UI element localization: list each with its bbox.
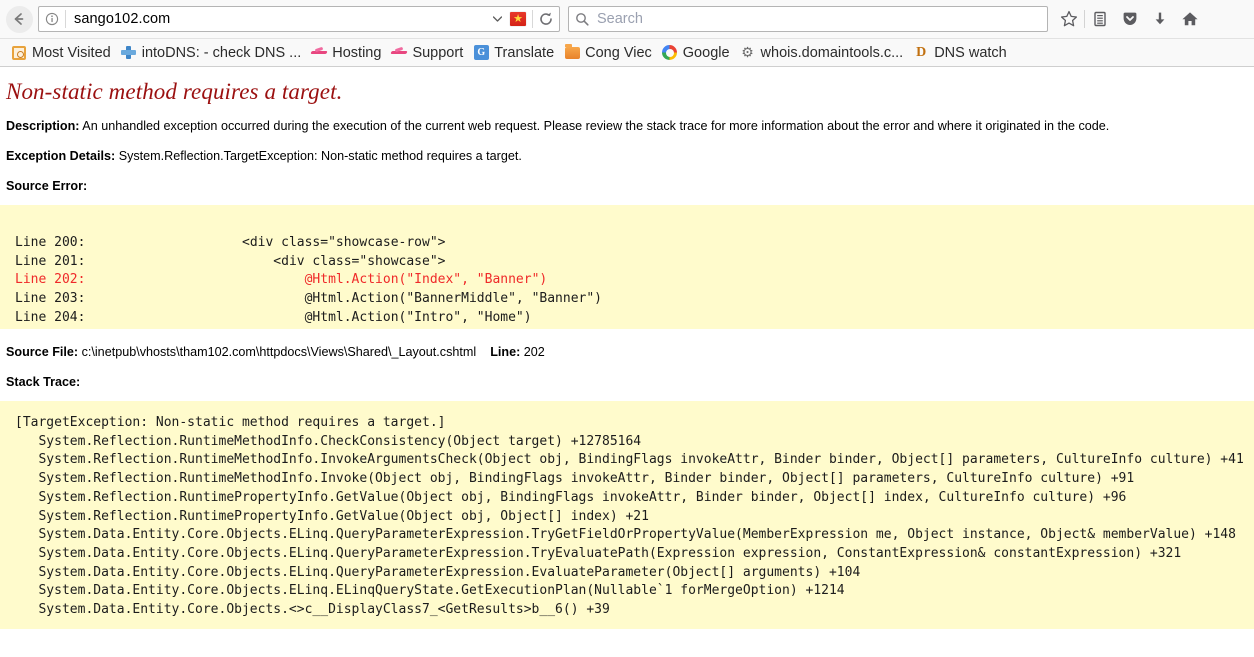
source-code-line: Line 200: <div class="showcase-row">: [15, 234, 1253, 253]
bookmark-label: Support: [412, 44, 464, 61]
error-page: Non-static method requires a target. Des…: [0, 67, 1254, 655]
source-line-code: @Html.Action("BannerMiddle", "Banner"): [85, 291, 603, 307]
dns-watch-icon: D: [916, 45, 927, 60]
stack-trace-heading: Stack Trace:: [6, 375, 81, 389]
url-history-dropdown[interactable]: [488, 16, 506, 22]
bookmarks-toolbar: Most Visited intoDNS: - check DNS ... Ho…: [0, 38, 1254, 66]
navigation-toolbar: sango102.com ★ Search: [0, 0, 1254, 38]
source-code-line: Line 203: @Html.Action("BannerMiddle", "…: [15, 290, 1253, 309]
stack-trace-line: System.Data.Entity.Core.Objects.ELinq.EL…: [15, 583, 845, 599]
browser-action-icons: [1054, 4, 1205, 34]
info-circle-icon: [45, 12, 59, 26]
stack-trace-block: [TargetException: Non-static method requ…: [0, 401, 1254, 629]
source-code-line: Line 202: @Html.Action("Index", "Banner"…: [15, 271, 1253, 290]
source-line-code: <div class="showcase">: [85, 253, 446, 269]
stack-trace-line: System.Data.Entity.Core.Objects.ELinq.Qu…: [15, 545, 1182, 561]
library-icon[interactable]: [1085, 4, 1115, 34]
back-arrow-icon: [14, 13, 24, 25]
source-code-line: Line 201: <div class="showcase">: [15, 253, 1253, 272]
source-line-code: @Html.Action("Intro", "Home"): [85, 309, 532, 325]
downloads-icon[interactable]: [1145, 4, 1175, 34]
bookmark-google[interactable]: Google: [657, 42, 735, 64]
exception-details-label: Exception Details:: [6, 149, 116, 163]
exception-details-text: System.Reflection.TargetException: Non-s…: [118, 149, 522, 163]
source-line-number: Line 201:: [15, 253, 86, 269]
page-title: Non-static method requires a target.: [6, 79, 343, 104]
chevron-down-icon: [492, 16, 502, 22]
address-bar[interactable]: sango102.com ★: [38, 6, 560, 32]
description-text: An unhandled exception occurred during t…: [82, 119, 1110, 133]
gear-icon: ⚙: [741, 44, 754, 60]
bookmark-label: intoDNS: - check DNS ...: [141, 44, 302, 61]
stack-trace-line: System.Reflection.RuntimePropertyInfo.Ge…: [15, 489, 1127, 505]
vietnam-flag-icon[interactable]: ★: [510, 12, 526, 26]
source-error-heading: Source Error:: [6, 179, 88, 193]
stack-trace-line: System.Reflection.RuntimeMethodInfo.Invo…: [15, 471, 1135, 487]
bookmark-label: whois.domaintools.c...: [760, 44, 904, 61]
source-line-number: Line 202:: [15, 272, 86, 288]
browser-chrome: sango102.com ★ Search Most Visited intoD…: [0, 0, 1254, 67]
bookmark-star-icon[interactable]: [1054, 4, 1084, 34]
search-bar[interactable]: Search: [568, 6, 1048, 32]
source-file-value: c:\inetpub\vhosts\tham102.com\httpdocs\V…: [81, 345, 477, 359]
back-button[interactable]: [4, 4, 34, 34]
toolbar-divider: [532, 10, 533, 28]
stack-trace-line: System.Reflection.RuntimeMethodInfo.Chec…: [15, 433, 642, 449]
flag-star-glyph: ★: [513, 12, 523, 25]
most-visited-icon: [11, 45, 27, 61]
description-label: Description:: [6, 119, 80, 133]
back-button-circle: [5, 5, 33, 33]
google-icon: [662, 45, 678, 61]
bookmark-hosting[interactable]: Hosting: [306, 42, 386, 64]
exception-details-line: Exception Details: System.Reflection.Tar…: [6, 149, 1254, 163]
stack-trace-line: System.Data.Entity.Core.Objects.<>c__Dis…: [15, 602, 610, 618]
bookmark-support[interactable]: Support: [386, 42, 468, 64]
bookmark-cong-viec[interactable]: Cong Viec: [559, 42, 657, 64]
source-line-number: Line 204:: [15, 309, 86, 325]
url-text[interactable]: sango102.com: [66, 11, 488, 27]
stack-trace-line: System.Data.Entity.Core.Objects.ELinq.Qu…: [15, 564, 861, 580]
bookmark-most-visited[interactable]: Most Visited: [6, 42, 116, 64]
intodns-icon: [121, 45, 137, 61]
source-code-line: Line 204: @Html.Action("Intro", "Home"): [15, 309, 1253, 328]
site-identity-box[interactable]: [41, 10, 66, 28]
support-plane-icon: [391, 45, 407, 61]
search-input[interactable]: Search: [589, 11, 643, 27]
source-file-label: Source File:: [6, 345, 79, 359]
source-file-line: Source File: c:\inetpub\vhosts\tham102.c…: [6, 345, 1254, 359]
bookmark-label: Cong Viec: [585, 44, 652, 61]
source-error-block: Line 200: <div class="showcase-row"> Line…: [0, 205, 1254, 329]
folder-icon: [564, 43, 580, 61]
source-line-code: @Html.Action("Index", "Banner"): [85, 272, 548, 288]
stack-trace-line: System.Reflection.RuntimeMethodInfo.Invo…: [15, 452, 1244, 468]
stack-trace-line: [TargetException: Non-static method requ…: [15, 415, 446, 430]
pocket-icon[interactable]: [1115, 4, 1145, 34]
reload-icon: [540, 12, 552, 25]
bookmark-label: Google: [682, 44, 730, 61]
search-icon: [576, 13, 589, 26]
bookmark-label: DNS watch: [934, 44, 1007, 61]
bookmark-whois-domaintools[interactable]: ⚙ whois.domaintools.c...: [735, 42, 909, 64]
home-icon[interactable]: [1175, 4, 1205, 34]
bookmark-intodns[interactable]: intoDNS: - check DNS ...: [116, 42, 307, 64]
description-line: Description: An unhandled exception occu…: [6, 119, 1254, 133]
bookmark-dns-watch[interactable]: D DNS watch: [908, 42, 1012, 64]
source-line-number: Line 200:: [15, 235, 86, 250]
bookmark-label: Most Visited: [32, 44, 111, 61]
hosting-plane-icon: [311, 45, 327, 61]
source-line-code: <div class="showcase-row">: [85, 235, 446, 250]
stack-trace-line: System.Data.Entity.Core.Objects.ELinq.Qu…: [15, 527, 1236, 543]
bookmark-label: Translate: [494, 44, 555, 61]
line-value: 202: [523, 345, 545, 359]
reload-button[interactable]: [535, 11, 557, 27]
bookmark-translate[interactable]: G Translate: [468, 42, 559, 64]
google-translate-icon: G: [473, 45, 489, 61]
bookmark-label: Hosting: [332, 44, 382, 61]
stack-trace-line: System.Reflection.RuntimePropertyInfo.Ge…: [15, 508, 649, 524]
line-label: Line:: [490, 345, 521, 359]
source-line-number: Line 203:: [15, 291, 86, 307]
